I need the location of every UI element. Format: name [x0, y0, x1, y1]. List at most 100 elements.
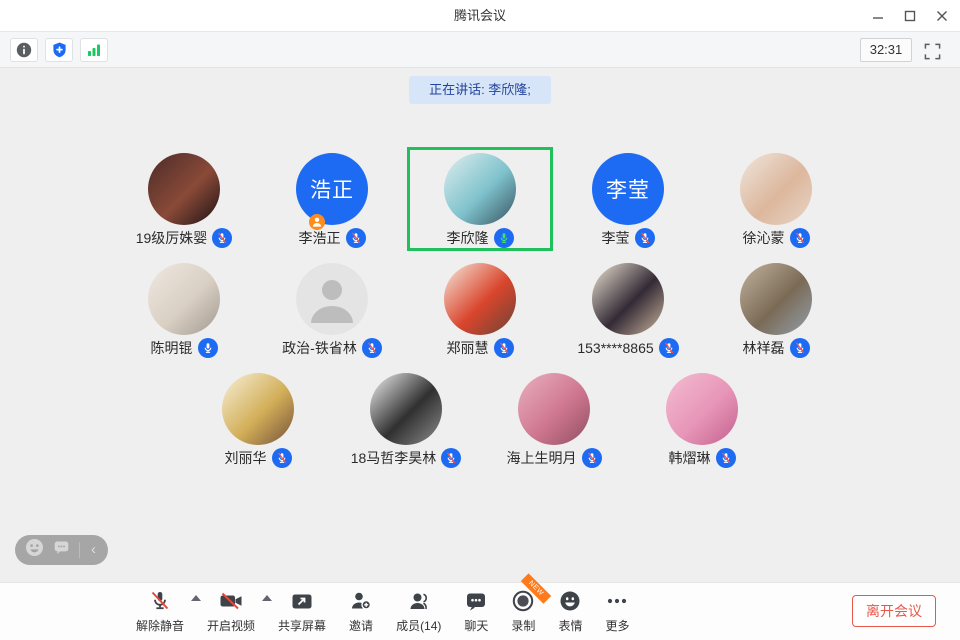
signal-bars-icon [86, 42, 102, 58]
close-icon [936, 10, 948, 22]
name-row: 郑丽慧 [447, 337, 514, 359]
quick-chat-icon[interactable] [53, 539, 70, 561]
participant-tile[interactable]: 19级厉姝婴 [110, 146, 258, 254]
avatar [666, 373, 738, 445]
toolbar-label: 聊天 [464, 617, 488, 634]
collapse-chevron-icon[interactable]: ‹ [89, 535, 98, 565]
name-row: 海上生明月 [507, 447, 602, 469]
mic-status-icon [346, 228, 366, 248]
name-row: 18马哲李昊林 [351, 447, 462, 469]
avatar-wrap [740, 153, 812, 225]
avatar [592, 263, 664, 335]
meeting-timer: 32:31 [860, 38, 912, 62]
toolbar-item-camera[interactable]: 开启视频 [207, 588, 255, 634]
participant-tile[interactable]: 李欣隆 [406, 146, 554, 254]
toolbar-label: 表情 [558, 617, 582, 634]
participant-tile[interactable]: 刘丽华 [184, 366, 332, 474]
participant-tile[interactable]: 153****8865 [554, 256, 702, 364]
participant-tile[interactable]: 浩正 李浩正 [258, 146, 406, 254]
participant-tile[interactable]: 韩熠琳 [628, 366, 776, 474]
participant-name: 韩熠琳 [669, 448, 711, 468]
toolbar-item-chat[interactable]: 聊天 [464, 588, 488, 634]
info-buttons [10, 38, 108, 62]
toolbar-item-unmute[interactable]: 解除静音 [136, 588, 184, 634]
mic-status-icon [790, 228, 810, 248]
avatar-wrap [666, 373, 738, 445]
participant-name: 林祥磊 [743, 338, 785, 358]
participant-tile[interactable]: 林祥磊 [702, 256, 850, 364]
toolbar-label: 录制 [511, 617, 535, 634]
avatar-wrap [222, 373, 294, 445]
avatar [740, 263, 812, 335]
members-icon [407, 588, 431, 614]
participant-name: 李莹 [602, 228, 630, 248]
toolbar-item-record[interactable]: 录制 NEW [511, 588, 535, 634]
toolbar-item-more[interactable]: 更多 [605, 588, 629, 634]
toolbar-item-emoji[interactable]: 表情 [558, 588, 582, 634]
host-badge-icon [309, 214, 325, 230]
mic-status-icon [635, 228, 655, 248]
emoji-reaction-icon[interactable] [25, 538, 44, 562]
avatar-wrap: 李莹 [592, 153, 664, 225]
participant-name: 徐沁蒙 [743, 228, 785, 248]
participant-name: 李欣隆 [447, 228, 489, 248]
invite-person-icon [349, 588, 373, 614]
window-controls [868, 0, 952, 32]
mic-status-icon [272, 448, 292, 468]
meeting-info-button[interactable] [10, 38, 38, 62]
minimize-button[interactable] [868, 6, 888, 26]
close-button[interactable] [932, 6, 952, 26]
participant-tile[interactable]: 郑丽慧 [406, 256, 554, 364]
toolbar-item-members[interactable]: 成员(14) [396, 588, 441, 634]
avatar [518, 373, 590, 445]
avatar-wrap [444, 153, 516, 225]
participant-tile[interactable]: 陈明锟 [110, 256, 258, 364]
bottom-toolbar: 解除静音 开启视频 共享屏幕 邀请 [0, 582, 960, 640]
participant-tile[interactable]: 徐沁蒙 [702, 146, 850, 254]
avatar [148, 153, 220, 225]
fullscreen-button[interactable] [922, 41, 942, 61]
participant-name: 19级厉姝婴 [136, 228, 208, 248]
mic-status-icon [790, 338, 810, 358]
avatar-wrap [444, 263, 516, 335]
mic-status-icon [494, 228, 514, 248]
name-row: 李莹 [602, 227, 655, 249]
participant-tile[interactable]: 李莹 李莹 [554, 146, 702, 254]
emoji-icon [558, 588, 582, 614]
security-button[interactable] [45, 38, 73, 62]
mic-status-icon [716, 448, 736, 468]
toolbar-item-invite[interactable]: 邀请 [349, 588, 373, 634]
maximize-button[interactable] [900, 6, 920, 26]
name-row: 林祥磊 [743, 337, 810, 359]
leave-meeting-button[interactable]: 离开会议 [852, 595, 936, 627]
chat-bubble-icon [464, 588, 488, 614]
avatar-wrap [740, 263, 812, 335]
toolbar-label: 成员(14) [396, 617, 441, 634]
participant-tile[interactable]: 海上生明月 [480, 366, 628, 474]
mic-status-icon [494, 338, 514, 358]
toolbar-label: 共享屏幕 [278, 617, 326, 634]
name-row: 陈明锟 [151, 337, 218, 359]
avatar-wrap [592, 263, 664, 335]
participant-tile[interactable]: 政治-铁省林 [258, 256, 406, 364]
avatar-wrap [148, 263, 220, 335]
network-signal-button[interactable] [80, 38, 108, 62]
toolbar-items: 解除静音 开启视频 共享屏幕 邀请 [136, 588, 629, 634]
meeting-info-bar: 32:31 [0, 32, 960, 68]
camera-options-arrow[interactable] [262, 595, 272, 601]
name-row: 刘丽华 [225, 447, 292, 469]
toolbar-label: 开启视频 [207, 617, 255, 634]
more-dots-icon [605, 588, 629, 614]
camera-off-icon [218, 588, 244, 614]
name-row: 19级厉姝婴 [136, 227, 233, 249]
fullscreen-icon [924, 43, 941, 60]
mic-options-arrow[interactable] [191, 595, 201, 601]
mic-status-icon [582, 448, 602, 468]
participant-row-1: 19级厉姝婴 浩正 [0, 146, 960, 254]
reactions-pill[interactable]: ‹ [15, 535, 108, 565]
toolbar-item-share-screen[interactable]: 共享屏幕 [278, 588, 326, 634]
avatar-wrap [518, 373, 590, 445]
participant-name: 李浩正 [299, 228, 341, 248]
toolbar-label: 邀请 [349, 617, 373, 634]
participant-tile[interactable]: 18马哲李昊林 [332, 366, 480, 474]
